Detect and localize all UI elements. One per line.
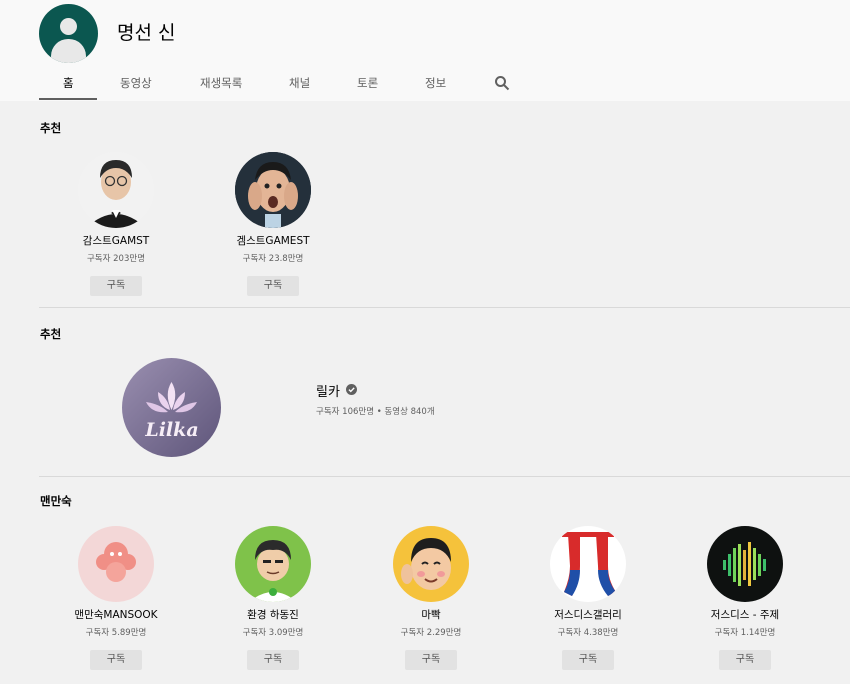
channel-name-gamest[interactable]: 겜스트GAMEST <box>193 233 353 248</box>
tab-discussion[interactable]: 토론 <box>357 75 378 91</box>
channel-avatar-justhis-topic[interactable] <box>707 526 783 602</box>
verified-check-icon <box>346 384 357 395</box>
section-title-recommended-2: 추천 <box>40 327 62 341</box>
tab-videos[interactable]: 동영상 <box>120 75 152 91</box>
person-portrait-icon <box>235 152 311 228</box>
cartoon-face-icon <box>393 526 469 602</box>
channel-avatar-mappak[interactable] <box>393 526 469 602</box>
search-icon[interactable] <box>494 75 510 91</box>
tab-about[interactable]: 정보 <box>425 75 446 91</box>
channel-card-ha-dongjin: 환경 하동진 구독자 3.09만명 구독 <box>193 526 353 670</box>
logo-wordmark: Lilka <box>144 419 198 441</box>
channel-name-mansook[interactable]: 맨만숙MANSOOK <box>36 607 196 622</box>
featured-channel-stats: 구독자 106만명 • 동영상 840개 <box>316 407 435 417</box>
subscribe-button[interactable]: 구독 <box>90 650 142 670</box>
tab-playlists[interactable]: 재생목록 <box>200 75 242 91</box>
subscriber-count: 구독자 203만명 <box>86 254 146 264</box>
avatar-head-shape <box>60 18 77 35</box>
channel-name-ha-dongjin[interactable]: 환경 하동진 <box>193 607 353 622</box>
subscribe-button[interactable]: 구독 <box>719 650 771 670</box>
lotus-logo-icon: Lilka <box>122 358 221 457</box>
subscribe-button[interactable]: 구독 <box>247 650 299 670</box>
channel-avatar[interactable] <box>39 4 98 63</box>
channel-name-justhis-gallery[interactable]: 저스디스갤러리 <box>508 607 668 622</box>
channel-card-mansook: 맨만숙MANSOOK 구독자 5.89만명 구독 <box>36 526 196 670</box>
cartoon-character-icon <box>235 526 311 602</box>
subscribe-button[interactable]: 구독 <box>405 650 457 670</box>
subscriber-count: 구독자 3.09만명 <box>242 628 304 638</box>
channel-name: 명선 신 <box>117 22 176 44</box>
pink-character-icon <box>78 526 154 602</box>
channel-avatar-gamst[interactable] <box>78 152 154 228</box>
channel-avatar-justhis-gallery[interactable] <box>550 526 626 602</box>
featured-channel-avatar[interactable]: Lilka <box>122 358 221 457</box>
section-title-mansook: 맨만숙 <box>40 494 72 508</box>
tab-channels[interactable]: 채널 <box>289 75 310 91</box>
section-divider <box>39 307 850 308</box>
featured-channel-name[interactable]: 릴카 <box>316 381 340 400</box>
channel-header: 명선 신 홈 동영상 재생목록 채널 토론 정보 <box>0 0 850 101</box>
channel-card-mappak: 마빡 구독자 2.29만명 구독 <box>351 526 511 670</box>
channel-card-justhis-gallery: 저스디스갤러리 구독자 4.38만명 구독 <box>508 526 668 670</box>
sound-wave-icon <box>707 526 783 602</box>
channel-card-justhis-topic: 저스디스 - 주제 구독자 1.14만명 구독 <box>665 526 825 670</box>
channel-avatar-gamest[interactable] <box>235 152 311 228</box>
person-portrait-icon <box>78 152 154 228</box>
subscribe-button[interactable]: 구독 <box>90 276 142 296</box>
channel-name-mappak[interactable]: 마빡 <box>351 607 511 622</box>
channel-card-gamest: 겜스트GAMEST 구독자 23.8만명 구독 <box>193 152 353 296</box>
subscriber-count: 구독자 2.29만명 <box>400 628 462 638</box>
channel-card-gamst: 감스트GAMST 구독자 203만명 구독 <box>36 152 196 296</box>
subscriber-count: 구독자 5.89만명 <box>85 628 147 638</box>
subscribe-button[interactable]: 구독 <box>562 650 614 670</box>
abstract-logo-icon <box>550 526 626 602</box>
subscribe-button[interactable]: 구독 <box>247 276 299 296</box>
section-title-recommended-1: 추천 <box>40 121 62 135</box>
channel-name-justhis-topic[interactable]: 저스디스 - 주제 <box>665 607 825 622</box>
channel-avatar-ha-dongjin[interactable] <box>235 526 311 602</box>
channel-avatar-mansook[interactable] <box>78 526 154 602</box>
subscriber-count: 구독자 23.8만명 <box>242 254 304 264</box>
channel-name-gamst[interactable]: 감스트GAMST <box>36 233 196 248</box>
active-tab-indicator <box>39 98 97 100</box>
section-divider <box>39 476 850 477</box>
subscriber-count: 구독자 4.38만명 <box>557 628 619 638</box>
tab-home[interactable]: 홈 <box>63 75 74 91</box>
avatar-body-shape <box>51 39 86 63</box>
subscriber-count: 구독자 1.14만명 <box>714 628 776 638</box>
